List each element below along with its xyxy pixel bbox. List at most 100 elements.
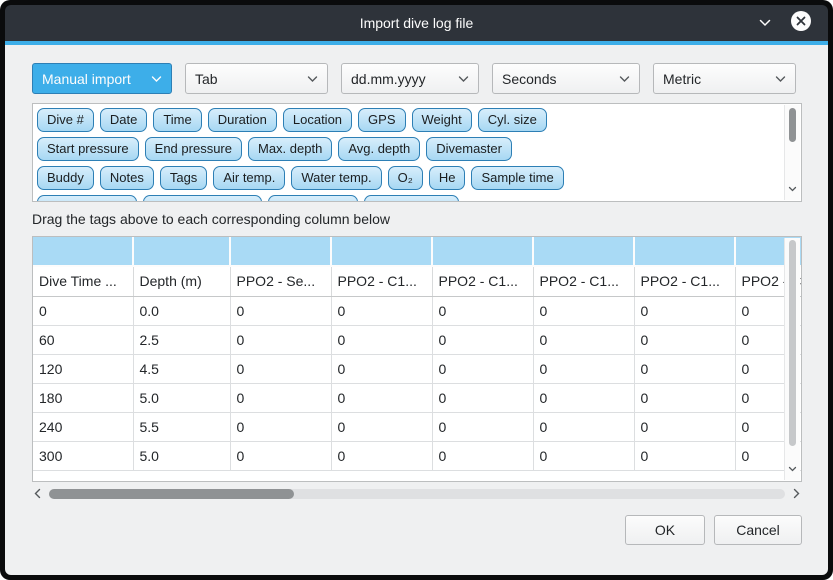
table-cell: 0 xyxy=(634,296,735,325)
tag-sample-depth[interactable]: Sample depth xyxy=(37,195,137,202)
scroll-left-button[interactable] xyxy=(34,487,41,502)
tag-sample-cns[interactable]: Sample CNS xyxy=(364,195,459,202)
vertical-scrollbar-thumb[interactable] xyxy=(789,240,796,446)
cancel-button[interactable]: Cancel xyxy=(714,515,802,545)
table-cell: 0 xyxy=(331,325,432,354)
chevron-down-icon xyxy=(151,75,162,83)
tag-gps[interactable]: GPS xyxy=(358,108,405,132)
tag-rows: Dive #DateTime DurationLocationGPS WeightC… xyxy=(37,108,779,202)
table-cell: 0 xyxy=(432,383,533,412)
dialog-buttons: OK Cancel xyxy=(32,515,802,545)
tag-he[interactable]: He xyxy=(429,166,466,190)
tag-tags[interactable]: Tags xyxy=(160,166,207,190)
tag-sample-pressure[interactable]: Sample pressure xyxy=(143,195,261,202)
table-cell: 2.5 xyxy=(133,325,230,354)
ok-button[interactable]: OK xyxy=(625,515,705,545)
dialog-content: Manual import Tab dd.mm.yyyy Seconds Met… xyxy=(5,45,828,575)
table-row: 1805.0000000 xyxy=(33,383,802,412)
dropzone-cell[interactable] xyxy=(230,237,331,266)
tag-duration[interactable]: Duration xyxy=(208,108,277,132)
tag-date[interactable]: Date xyxy=(100,108,147,132)
instruction-text: Drag the tags above to each correspondin… xyxy=(32,211,802,227)
table-cell: 0.0 xyxy=(133,296,230,325)
chevron-down-icon xyxy=(619,75,630,83)
table-horizontal-scrollbar[interactable] xyxy=(32,487,802,502)
chevron-left-icon xyxy=(34,486,41,504)
table-cell: 5.0 xyxy=(133,383,230,412)
import-type-combo[interactable]: Manual import xyxy=(32,63,172,94)
tag-buddy[interactable]: Buddy xyxy=(37,166,94,190)
window-shade-button[interactable] xyxy=(758,5,772,41)
header-row: Dive Time ...Depth (m)PPO2 - Se...PPO2 -… xyxy=(33,266,802,296)
units-combo[interactable]: Metric xyxy=(653,63,796,94)
tag-notes[interactable]: Notes xyxy=(100,166,154,190)
column-header: Dive Time ... xyxy=(33,266,133,296)
table-cell: 0 xyxy=(533,354,634,383)
table-vertical-scrollbar[interactable] xyxy=(784,238,800,480)
table-cell: 0 xyxy=(331,383,432,412)
table-cell: 0 xyxy=(230,441,331,470)
tag-sample-time[interactable]: Sample time xyxy=(471,166,563,190)
table-cell: 0 xyxy=(533,412,634,441)
table-cell: 0 xyxy=(331,354,432,383)
date-format-combo[interactable]: dd.mm.yyyy xyxy=(341,63,479,94)
tag-end-pressure[interactable]: End pressure xyxy=(145,137,242,161)
vertical-scrollbar-thumb[interactable] xyxy=(789,108,796,142)
tag-divemaster[interactable]: Divemaster xyxy=(426,137,512,161)
chevron-down-icon xyxy=(788,180,797,198)
tag-pool-vertical-scrollbar[interactable] xyxy=(784,105,800,200)
dropzone-cell[interactable] xyxy=(33,237,133,266)
scroll-down-button[interactable] xyxy=(785,180,800,198)
tag-start-pressure[interactable]: Start pressure xyxy=(37,137,139,161)
combo-value: dd.mm.yyyy xyxy=(351,71,452,87)
table-row: 2405.5000000 xyxy=(33,412,802,441)
dropzone-cell[interactable] xyxy=(533,237,634,266)
horizontal-scrollbar-track[interactable] xyxy=(49,489,785,499)
dropzone-cell[interactable] xyxy=(432,237,533,266)
table-cell: 0 xyxy=(230,325,331,354)
table-cell: 0 xyxy=(230,412,331,441)
field-separator-combo[interactable]: Tab xyxy=(185,63,328,94)
combo-value: Tab xyxy=(195,71,301,87)
tag-time[interactable]: Time xyxy=(153,108,201,132)
duration-format-combo[interactable]: Seconds xyxy=(492,63,640,94)
table-cell: 0 xyxy=(33,296,133,325)
table-cell: 300 xyxy=(33,441,133,470)
table-row: 602.5000000 xyxy=(33,325,802,354)
table-cell: 0 xyxy=(432,354,533,383)
titlebar: Import dive log file xyxy=(5,5,828,41)
combo-value: Metric xyxy=(663,71,769,87)
tag-weight[interactable]: Weight xyxy=(412,108,472,132)
tag-cyl-size[interactable]: Cyl. size xyxy=(478,108,547,132)
horizontal-scrollbar-thumb[interactable] xyxy=(49,489,294,499)
combo-value: Seconds xyxy=(502,71,613,87)
tag-sample-po[interactable]: Sample pO₂ xyxy=(268,195,358,202)
chevron-down-icon xyxy=(307,75,318,83)
tag-avg-depth[interactable]: Avg. depth xyxy=(338,137,420,161)
tag-air-temp[interactable]: Air temp. xyxy=(213,166,285,190)
table-cell: 0 xyxy=(432,441,533,470)
tag-max-depth[interactable]: Max. depth xyxy=(248,137,332,161)
chevron-right-icon xyxy=(793,486,800,504)
table-cell: 0 xyxy=(533,325,634,354)
scroll-right-button[interactable] xyxy=(793,487,800,502)
table-cell: 0 xyxy=(331,441,432,470)
tag-dive[interactable]: Dive # xyxy=(37,108,94,132)
dropzone-cell[interactable] xyxy=(133,237,230,266)
tag-row: BuddyNotesTagsAir temp.Water temp. O₂HeSa… xyxy=(37,166,779,190)
column-header: PPO2 - C1... xyxy=(634,266,735,296)
dropzone-cell[interactable] xyxy=(634,237,735,266)
scroll-down-button[interactable] xyxy=(785,460,800,478)
tag-row: Dive #DateTime DurationLocationGPS WeightC… xyxy=(37,108,779,132)
chevron-down-icon xyxy=(758,14,772,32)
column-header: PPO2 - C1... xyxy=(331,266,432,296)
window-close-button[interactable] xyxy=(790,5,812,41)
tag-water-temp[interactable]: Water temp. xyxy=(291,166,381,190)
table-row: 1204.5000000 xyxy=(33,354,802,383)
table-cell: 4.5 xyxy=(133,354,230,383)
tag-location[interactable]: Location xyxy=(283,108,352,132)
tag-o[interactable]: O₂ xyxy=(388,166,423,190)
import-dialog-window: Import dive log file Manual import Tab d… xyxy=(0,0,833,580)
dropzone-cell[interactable] xyxy=(331,237,432,266)
table-body: 00.0000000602.50000001204.50000001805.00… xyxy=(33,296,802,470)
